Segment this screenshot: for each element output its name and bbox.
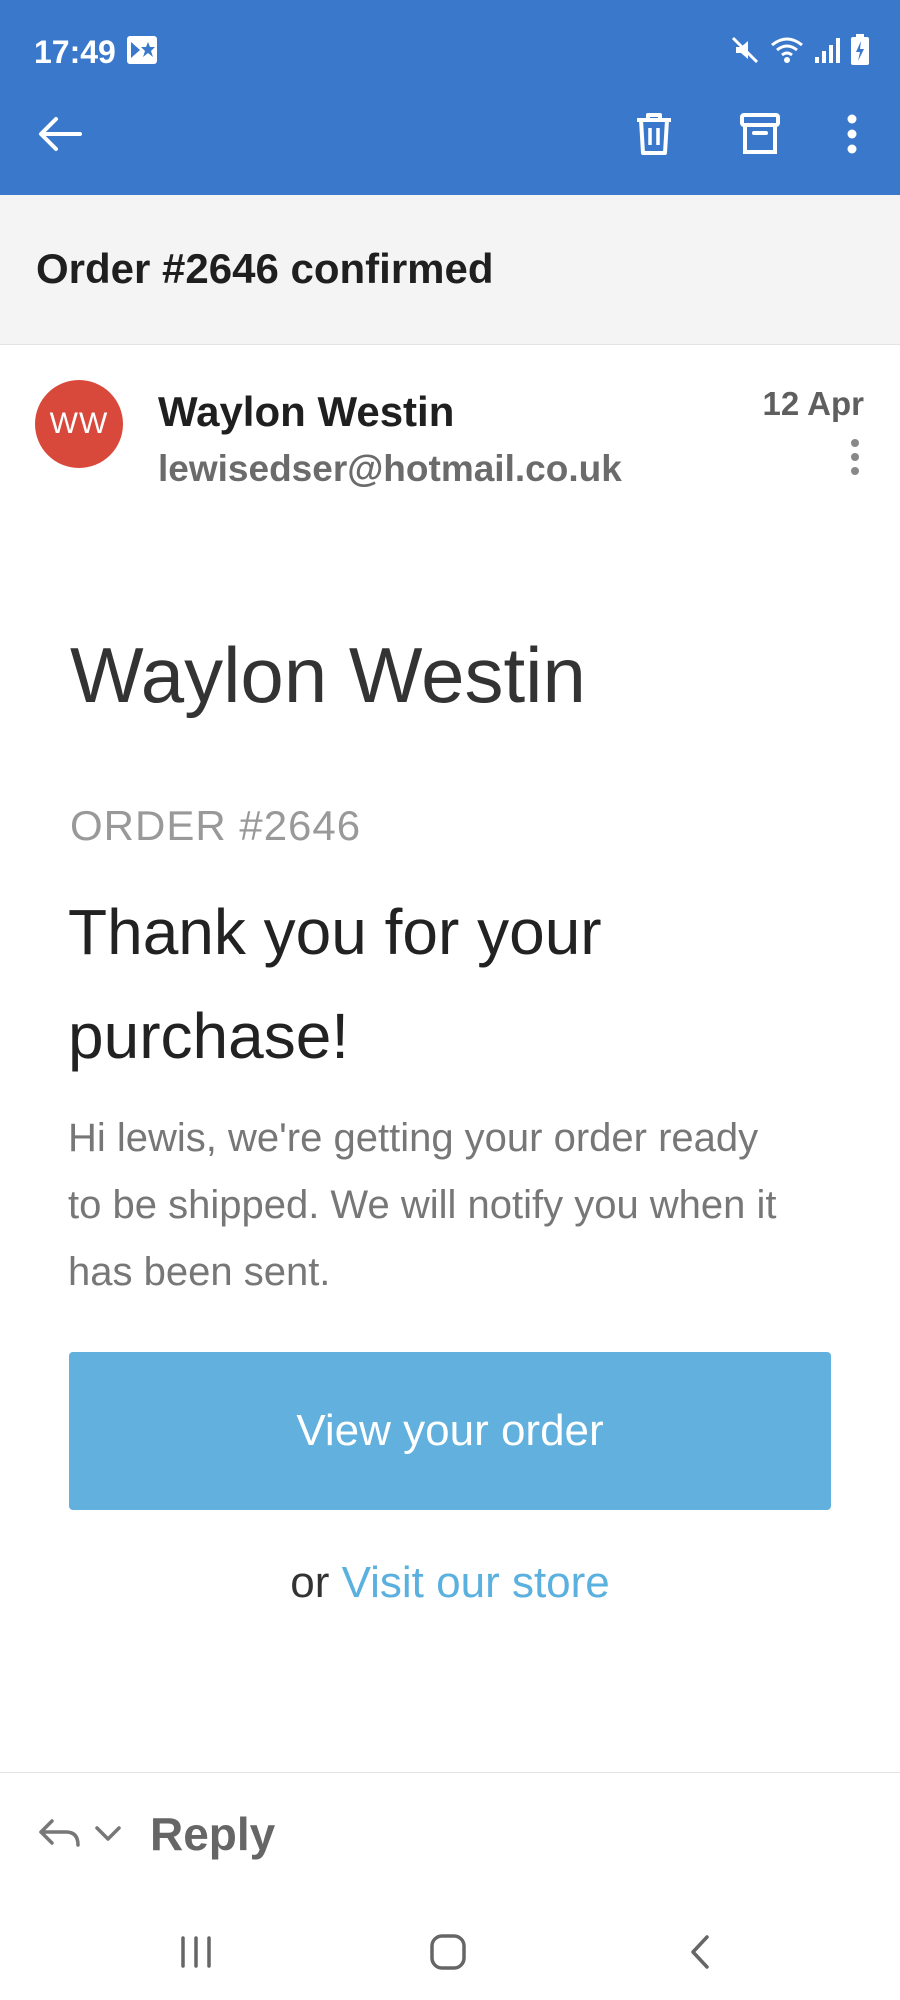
trash-icon <box>637 113 671 155</box>
battery-icon <box>850 34 870 66</box>
sender-name[interactable]: Waylon Westin <box>158 388 454 436</box>
chevron-down-icon[interactable] <box>94 1825 122 1848</box>
alt-link-line: or Visit our store <box>0 1558 900 1608</box>
order-number: ORDER #2646 <box>70 802 362 849</box>
nav-back-button[interactable] <box>660 1922 740 1982</box>
message-date: 12 Apr <box>762 385 864 422</box>
home-icon <box>430 1934 466 1970</box>
archive-icon <box>740 113 780 154</box>
shop-name: Waylon Westin <box>70 631 586 719</box>
vertical-dots-icon <box>851 439 859 475</box>
arrow-left-icon <box>39 117 82 151</box>
visit-store-link[interactable]: Visit our store <box>342 1558 610 1607</box>
status-icons <box>730 34 870 66</box>
archive-button[interactable] <box>730 104 790 164</box>
message-more-button[interactable] <box>840 432 870 482</box>
home-button[interactable] <box>408 1922 488 1982</box>
vertical-dots-icon <box>847 114 857 154</box>
email-heading: Thank you for your purchase! <box>68 896 602 1072</box>
email-body-text: Hi lewis, we're getting your order ready… <box>68 1116 777 1294</box>
app-bar: 17:49 <box>0 0 900 195</box>
reply-bar: Reply <box>0 1772 900 1902</box>
signal-icon <box>814 35 840 65</box>
delete-button[interactable] <box>624 104 684 164</box>
subject-bar: Order #2646 confirmed <box>0 195 900 345</box>
wifi-icon <box>770 35 804 65</box>
mute-icon <box>730 35 760 65</box>
email-subject: Order #2646 confirmed <box>36 245 494 292</box>
sender-email[interactable]: lewisedser@hotmail.co.uk <box>158 448 622 490</box>
avatar[interactable]: WW <box>35 380 123 468</box>
more-options-button[interactable] <box>822 104 882 164</box>
reply-button[interactable]: Reply <box>150 1807 275 1861</box>
recent-apps-icon <box>181 1936 211 1968</box>
view-order-button[interactable]: View your order <box>69 1352 831 1510</box>
chevron-left-icon <box>691 1935 709 1969</box>
reply-icon[interactable] <box>38 1817 82 1856</box>
status-time: 17:49 <box>34 34 116 70</box>
alt-prefix: or <box>290 1558 330 1607</box>
navigation-bar <box>0 1902 900 2000</box>
notification-icon <box>127 36 157 64</box>
recent-apps-button[interactable] <box>156 1922 236 1982</box>
back-button[interactable] <box>30 104 90 164</box>
